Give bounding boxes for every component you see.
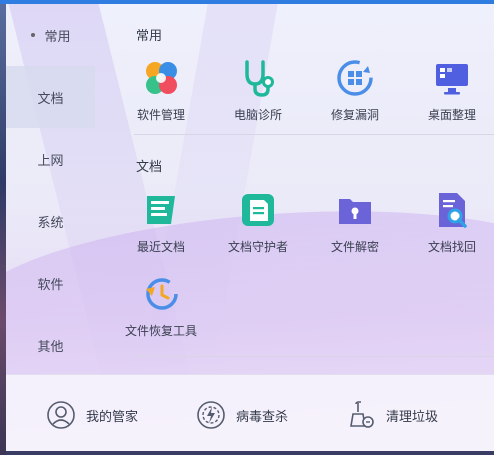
tool-label: 软件管理 [136, 108, 185, 122]
toolbox-panel: 常用 文档 上网 系统 软件 其他 常用 软件管理 电脑诊所 修复漏洞 桌面整理… [6, 4, 494, 451]
tool-desktop-organize[interactable]: 桌面整理 [404, 58, 494, 130]
tool-label: 电脑诊所 [233, 108, 282, 122]
sidebar-item-label: 文档 [37, 91, 64, 107]
file-recovery-icon [146, 278, 178, 310]
doc-search-icon [439, 193, 467, 228]
tool-recent-docs[interactable]: 最近文档 [113, 190, 209, 262]
tool-label: 文件解密 [330, 240, 379, 254]
tool-label: 修复漏洞 [330, 108, 379, 122]
tool-file-recovery[interactable]: 文件恢复工具 [113, 274, 209, 346]
tool-doc-guardian[interactable]: 文档守护者 [210, 190, 306, 262]
sidebar-item-internet[interactable]: 上网 [6, 128, 95, 190]
doc-guardian-icon [242, 194, 274, 226]
bottom-quick-bar: 我的管家 病毒查杀 清理垃圾 [6, 374, 494, 451]
bottom-item-label: 清理垃圾 [386, 409, 439, 425]
software-manager-icon [146, 62, 177, 94]
tool-label: 文档找回 [427, 240, 476, 254]
sidebar-item-software[interactable]: 软件 [6, 252, 95, 314]
virus-scan-button[interactable]: 病毒查杀 [196, 399, 288, 431]
tool-file-decrypt[interactable]: 文件解密 [307, 190, 403, 262]
sidebar-item-system[interactable]: 系统 [6, 190, 95, 252]
sidebar-item-other[interactable]: 其他 [6, 314, 95, 376]
cleanup-icon [350, 401, 374, 428]
sidebar-item-label: 软件 [37, 277, 64, 293]
sidebar-item-label: 常用 [44, 29, 71, 45]
stethoscope-icon [245, 60, 274, 97]
virus-scan-icon [197, 401, 225, 429]
tool-software-manager[interactable]: 软件管理 [113, 58, 209, 130]
category-sidebar: 常用 文档 上网 系统 软件 其他 [6, 4, 95, 374]
tool-label: 文件恢复工具 [124, 324, 197, 338]
section-title-documents: 文档 [136, 160, 163, 175]
tool-label: 最近文档 [136, 240, 185, 254]
folder-lock-icon [339, 199, 371, 224]
tool-pc-clinic[interactable]: 电脑诊所 [210, 58, 306, 130]
tool-doc-recover[interactable]: 文档找回 [404, 190, 494, 262]
tool-label: 文档守护者 [227, 240, 288, 254]
windows-repair-icon [337, 60, 373, 96]
sidebar-item-label: 系统 [37, 215, 64, 231]
section-divider [134, 134, 494, 135]
butler-avatar-icon [47, 401, 75, 429]
bottom-item-label: 我的管家 [86, 409, 139, 425]
bottom-item-label: 病毒查杀 [236, 409, 289, 425]
sidebar-item-label: 上网 [37, 153, 64, 169]
clean-junk-button[interactable]: 清理垃圾 [346, 399, 438, 431]
sidebar-item-documents[interactable]: 文档 [6, 66, 95, 128]
sidebar-item-label: 其他 [37, 339, 64, 355]
tool-fix-vulnerabilities[interactable]: 修复漏洞 [307, 58, 403, 130]
my-butler-button[interactable]: 我的管家 [46, 399, 138, 431]
sidebar-item-common[interactable]: 常用 [6, 4, 95, 66]
tool-label: 桌面整理 [427, 108, 476, 122]
section-title-common: 常用 [136, 29, 163, 44]
active-section-dot [31, 33, 35, 37]
section-divider [134, 356, 494, 357]
recent-docs-icon [147, 196, 175, 224]
desktop-organize-icon [436, 64, 468, 95]
